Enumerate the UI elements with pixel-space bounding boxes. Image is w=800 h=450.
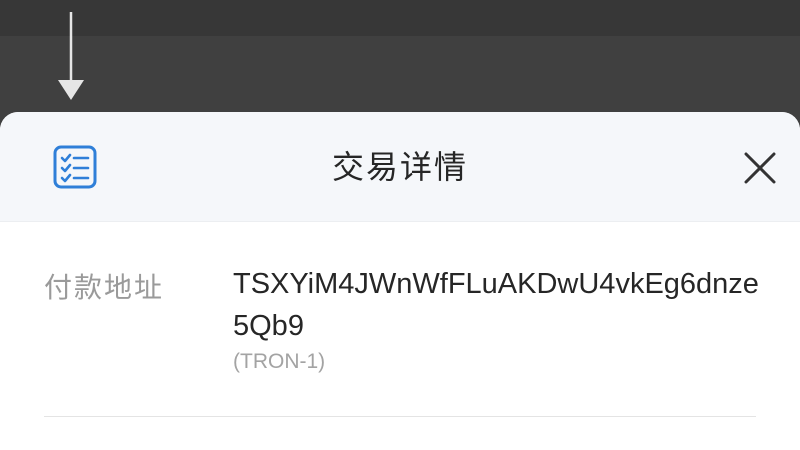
payer-address-row: 付款地址 TSXYiM4JWnWfFLuAKDwU4vkEg6dnze5Qb9 …	[0, 222, 800, 416]
checklist-icon[interactable]	[52, 144, 98, 190]
status-bar-shade	[0, 0, 800, 36]
payer-address-label: 付款地址	[44, 271, 165, 304]
row-divider	[44, 416, 756, 417]
sheet-header: 交易详情	[0, 112, 800, 222]
network-tag: (TRON-1)	[233, 350, 326, 373]
arrow-down-icon	[58, 12, 84, 100]
payer-address-value[interactable]: TSXYiM4JWnWfFLuAKDwU4vkEg6dnze5Qb9	[233, 263, 773, 347]
sheet-title: 交易详情	[331, 148, 468, 186]
close-icon[interactable]	[738, 146, 782, 190]
transaction-details-sheet: 交易详情 付款地址 TSXYiM4JWnWfFLuAKDwU4vkEg6dnze…	[0, 112, 800, 450]
